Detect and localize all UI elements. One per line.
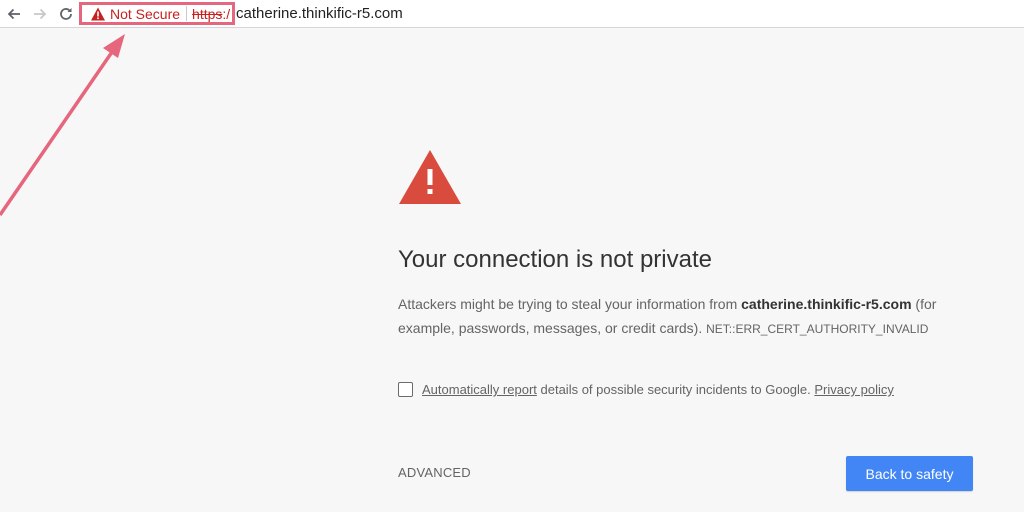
page-title: Your connection is not private [398,246,712,273]
warning-description: Attackers might be trying to steal your … [398,292,958,341]
warning-triangle-icon [398,148,462,211]
chip-divider [186,6,188,21]
url-scheme-suffix: :/ [222,5,231,22]
description-host: catherine.thinkific-r5.com [741,296,912,312]
report-text: details of possible security incidents t… [536,382,815,397]
back-to-safety-button[interactable]: Back to safety [846,456,973,491]
browser-toolbar: Not Secure https:/ catherine.thinkific-r… [0,0,1024,28]
url-scheme: https [192,5,223,22]
error-code[interactable]: NET::ERR_CERT_AUTHORITY_INVALID [706,322,928,336]
privacy-policy-link[interactable]: Privacy policy [814,382,893,397]
auto-report-link[interactable]: Automatically report [422,382,537,397]
description-prefix: Attackers might be trying to steal your … [398,296,742,312]
annotation-arrow [0,34,125,216]
report-row: Automatically report details of possible… [398,382,894,397]
url-host[interactable]: catherine.thinkific-r5.com [236,5,403,22]
advanced-button[interactable]: ADVANCED [398,465,471,480]
report-checkbox[interactable] [398,382,413,397]
